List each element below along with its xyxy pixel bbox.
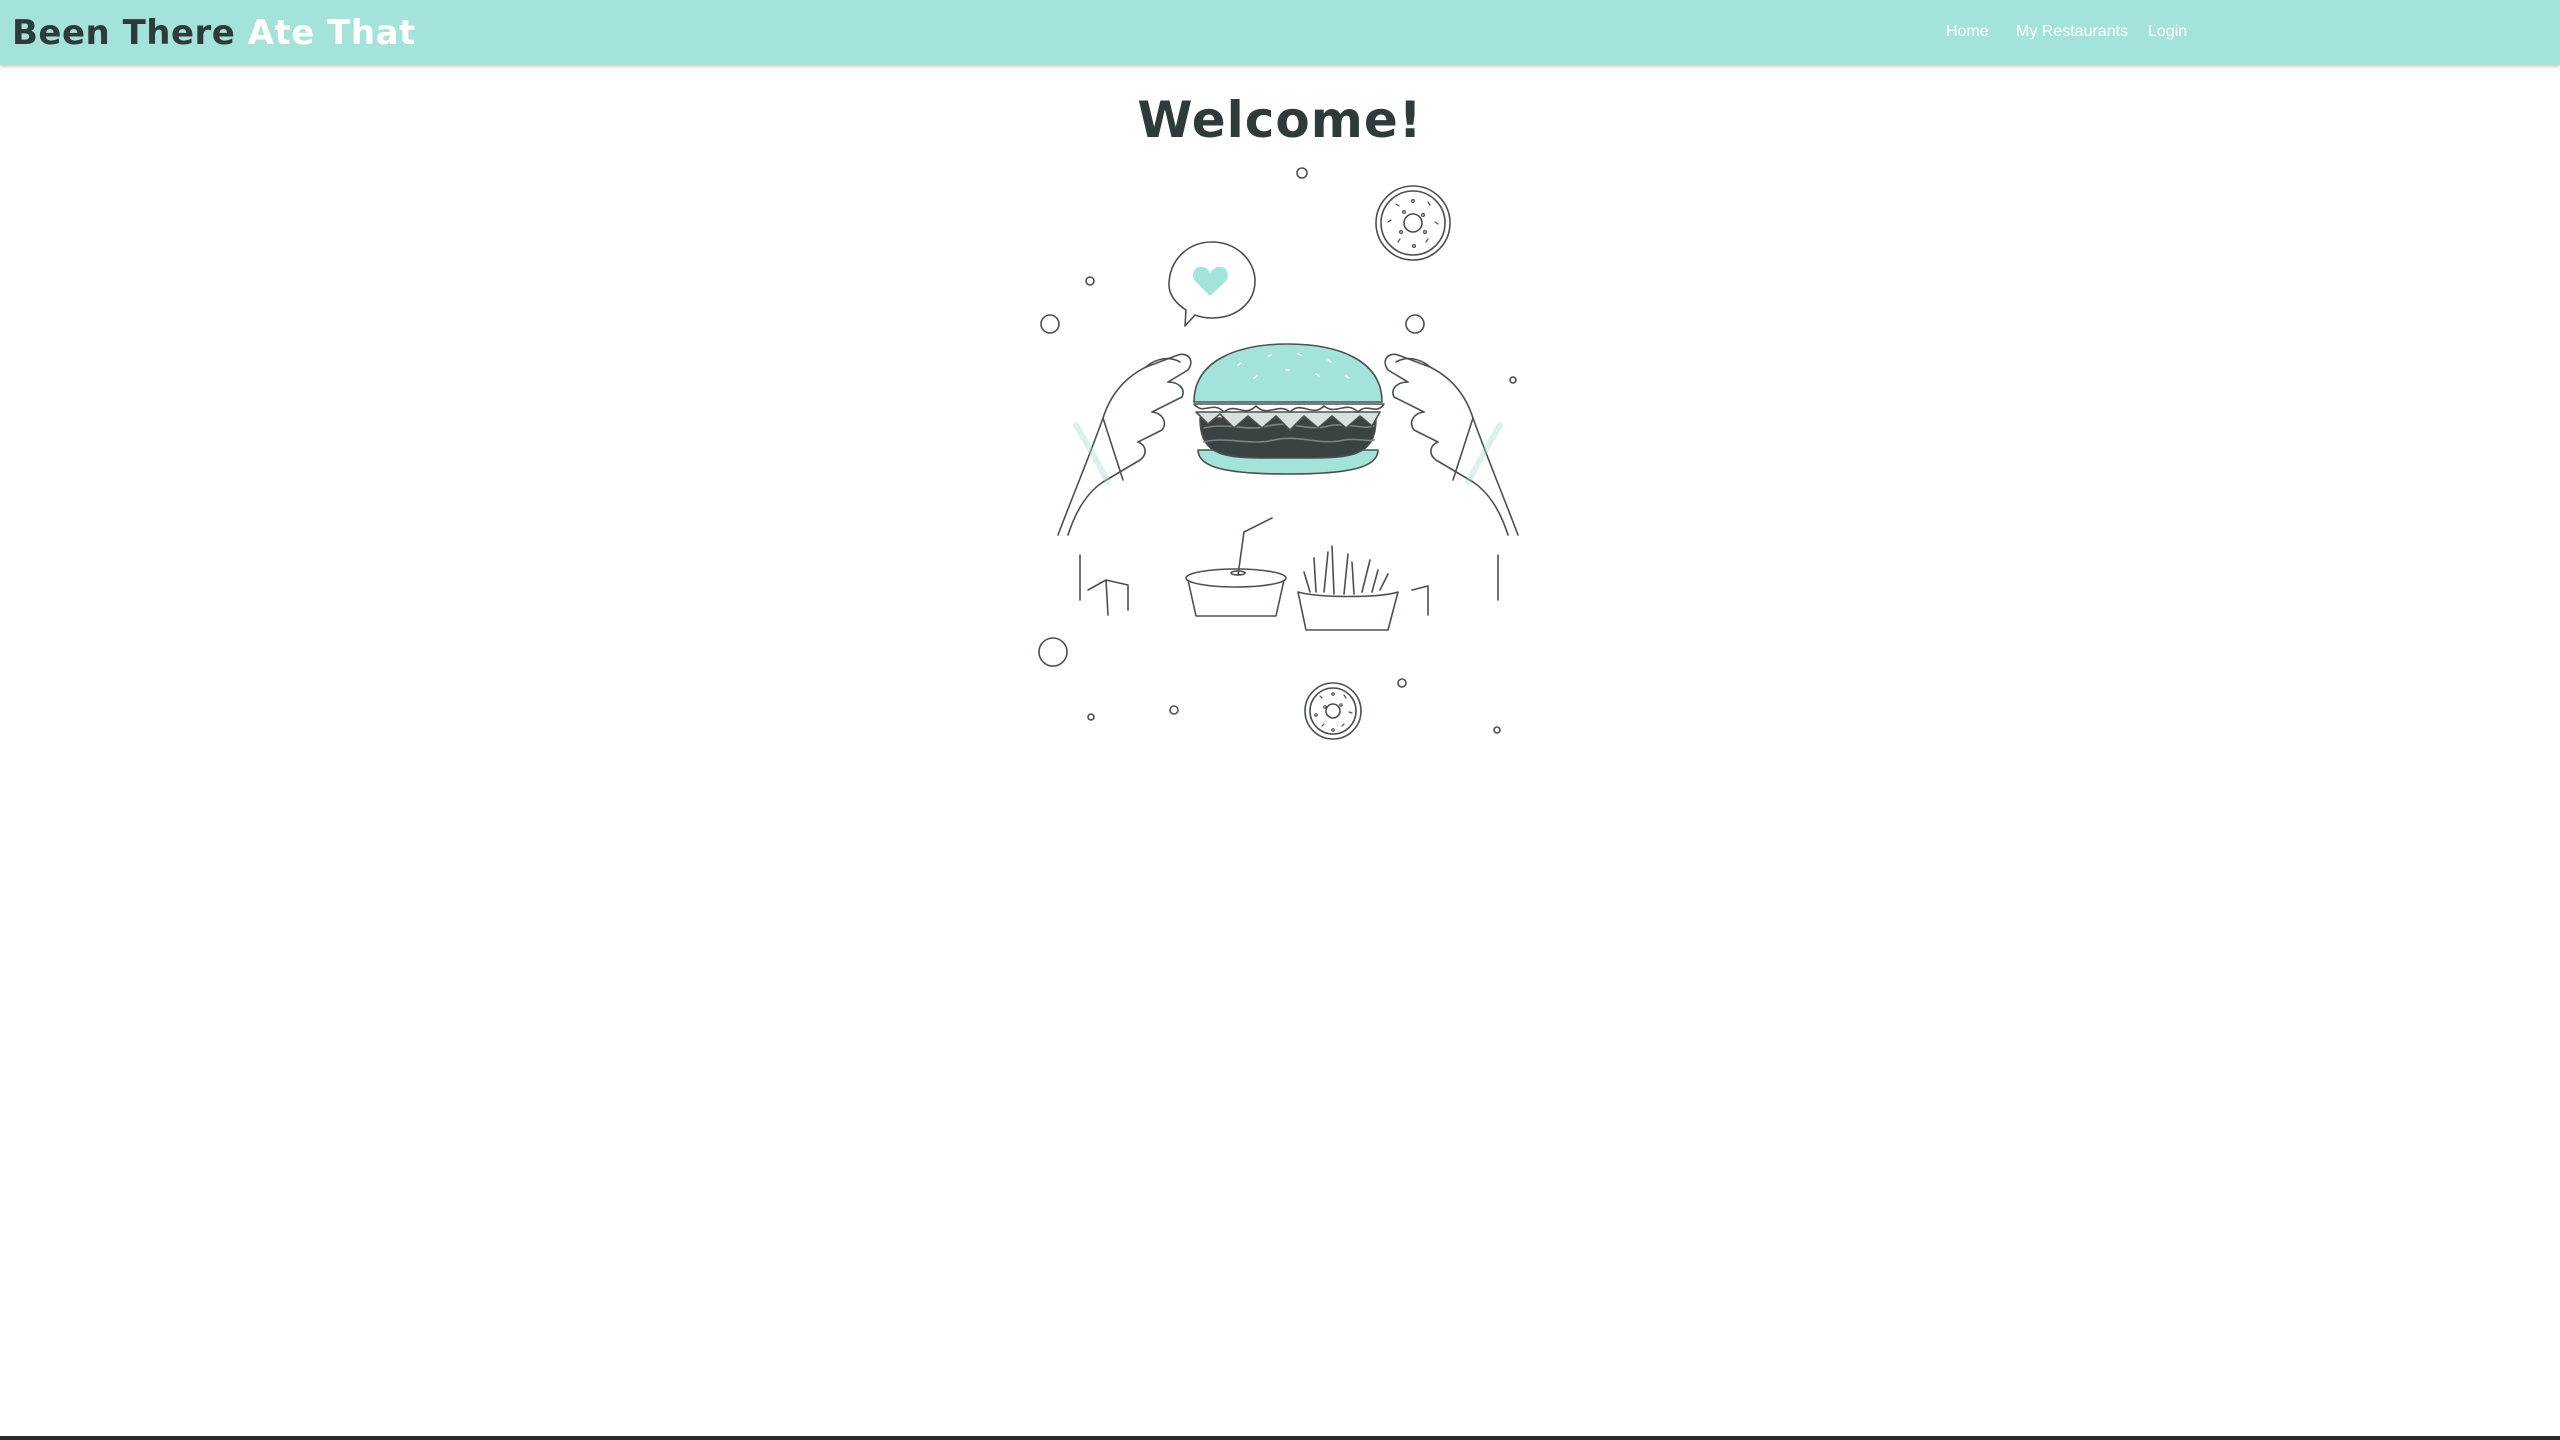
donut-icon-bottom	[1304, 682, 1362, 740]
table-items-illustration	[1079, 517, 1499, 631]
donut-icon-top	[1375, 185, 1451, 261]
nav-links: Home My Restaurants Login	[0, 0, 2560, 65]
hero-illustration	[1028, 160, 1548, 750]
nav-link-login[interactable]: Login	[2148, 22, 2187, 42]
nav-link-home[interactable]: Home	[1946, 22, 1989, 42]
nav-link-my-restaurants[interactable]: My Restaurants	[2016, 22, 2128, 42]
top-navbar: Been There Ate That Home My Restaurants …	[0, 0, 2560, 65]
page-title: Welcome!	[1137, 91, 1423, 149]
speech-bubble-heart-icon	[1168, 241, 1256, 327]
bottom-edge-divider	[0, 1436, 2560, 1440]
burger-icon	[1193, 343, 1385, 475]
